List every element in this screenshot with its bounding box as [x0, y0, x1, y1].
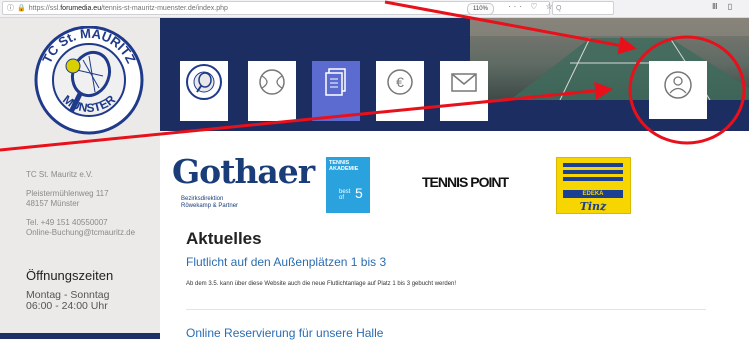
euro-icon: €: [387, 69, 413, 95]
opening-hours-title: Öffnungszeiten: [26, 268, 114, 283]
sponsor-gothaer-sub2: Röwekamp & Partner: [181, 203, 239, 209]
nav-buchung-label: BUCHUNG: [255, 110, 286, 116]
email-link[interactable]: Online-Buchung@tcmauritz.de: [26, 228, 135, 238]
news-item-title-link[interactable]: Online Reservierung für unsere Halle: [186, 326, 383, 340]
nav-kontakt-label: KONTAKT: [450, 110, 478, 116]
news-document-icon: [325, 68, 346, 96]
svg-text:€: €: [396, 74, 404, 90]
club-logo[interactable]: TC St. MAURITZ MÜNSTER: [33, 26, 145, 136]
edeka-stripe: [563, 170, 623, 174]
edeka-stripe: [563, 163, 623, 167]
login-label: ANMELDEN: [656, 110, 690, 116]
nav-preisliste-label: PREISLISTE: [382, 110, 417, 116]
nav-homepage-label: HOMEPAGE: [187, 110, 222, 116]
news-item-text: Ab dem 3.5. kann über diese Website auch…: [186, 281, 457, 287]
mail-icon: [451, 73, 477, 92]
news-heading: Aktuelles: [186, 229, 262, 248]
search-input[interactable]: Q: [552, 1, 614, 15]
url-prefix: https://ssl.: [28, 5, 61, 12]
tennis-ball-icon: [259, 69, 285, 95]
news-item-title-link[interactable]: Flutlicht auf den Außenplätzen 1 bis 3: [186, 255, 386, 269]
address-city: 48157 Münster: [26, 199, 80, 208]
url-host: forumedia.eu: [60, 5, 102, 12]
news-divider: [186, 309, 706, 310]
akademie-number: 5: [355, 185, 363, 201]
edeka-tinz: Tinz: [579, 200, 607, 213]
address-street: Pleistermühlenweg 117: [26, 189, 109, 198]
sponsor-tennis-akademie-logo[interactable]: TENNIS AKADEMIE best of 5: [326, 157, 370, 213]
court-lines-image: [470, 18, 749, 100]
opening-time: 06:00 - 24:00 Uhr: [26, 300, 108, 312]
nav-aktuelles-button[interactable]: [312, 61, 360, 121]
club-name: TC St. Mauritz e.V.: [26, 170, 93, 179]
url-path: /tennis-st-mauritz-muenster.de/index.php: [101, 5, 228, 12]
library-icon[interactable]: Ⅲ ▯: [712, 2, 736, 11]
sidebar-footer-bar: [0, 333, 160, 339]
akademie-line2: AKADEMIE: [329, 166, 359, 172]
sponsor-gothaer-logo[interactable]: Gothaer: [172, 152, 315, 191]
lock-icon: 🔒: [17, 5, 26, 12]
sponsor-tennis-point-logo[interactable]: TENNIS POINT: [422, 174, 509, 190]
akademie-of: of: [339, 195, 345, 201]
browser-toolbar: ⓘ 🔒 https://ssl.forumedia.eu/tennis-st-mau…: [0, 0, 749, 18]
edeka-stripe: [563, 177, 623, 181]
zoom-level-button[interactable]: 110%: [467, 3, 494, 15]
info-icon[interactable]: ⓘ: [7, 5, 14, 12]
sponsor-edeka-logo[interactable]: EDEKA Tinz: [556, 157, 631, 214]
user-icon: [664, 71, 692, 99]
phone-number: Tel. +49 151 40550007: [26, 218, 108, 227]
sponsor-gothaer-sub1: Bezirksdirektion: [181, 196, 224, 202]
page-actions-icons[interactable]: ··· ♡ ☆: [508, 2, 556, 11]
edeka-name: EDEKA: [563, 190, 623, 198]
club-logo-icon: [186, 64, 222, 100]
